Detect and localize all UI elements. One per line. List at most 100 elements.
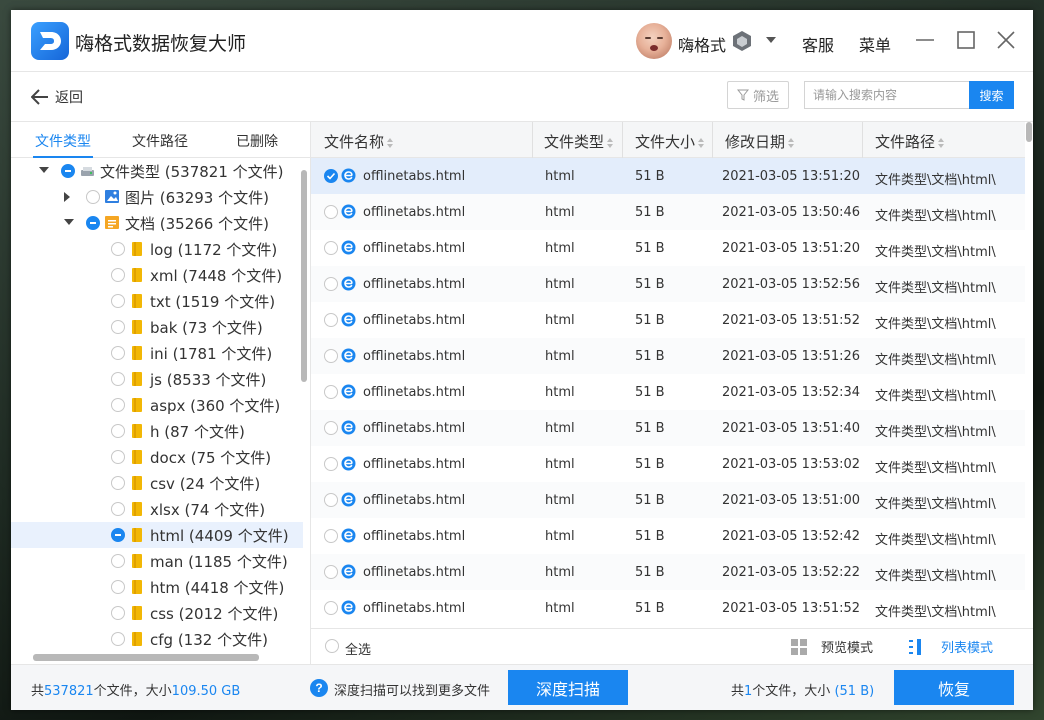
- table-row[interactable]: offlinetabs.htmlhtml51 B2021-03-05 13:51…: [311, 590, 1025, 626]
- tree-item-checkbox[interactable]: [111, 632, 125, 646]
- tree-vertical-scrollbar[interactable]: [301, 170, 307, 382]
- expand-caret-icon[interactable]: [64, 192, 70, 202]
- tab-file-type[interactable]: 文件类型: [35, 131, 91, 151]
- collapse-caret-icon[interactable]: [39, 167, 49, 173]
- tree-item-checkbox[interactable]: [111, 502, 125, 516]
- tree-item[interactable]: bak (73 个文件): [11, 314, 303, 340]
- tree-item-checkbox[interactable]: [111, 268, 125, 282]
- row-checkbox[interactable]: [324, 457, 338, 471]
- tree-item-checkbox[interactable]: [111, 580, 125, 594]
- maximize-icon[interactable]: [955, 29, 977, 51]
- tree-item[interactable]: htm (4418 个文件): [11, 574, 303, 600]
- tree-item-checkbox[interactable]: [111, 398, 125, 412]
- select-all-checkbox[interactable]: [325, 639, 339, 653]
- tab-deleted[interactable]: 已删除: [236, 131, 278, 151]
- file-size-cell: 51 B: [635, 313, 665, 328]
- tree-item[interactable]: ini (1781 个文件): [11, 340, 303, 366]
- tree-item-checkbox[interactable]: [61, 164, 75, 178]
- row-checkbox[interactable]: [324, 565, 338, 579]
- help-icon[interactable]: ?: [310, 679, 328, 697]
- table-row[interactable]: offlinetabs.htmlhtml51 B2021-03-05 13:51…: [311, 302, 1025, 338]
- preview-mode-button[interactable]: 预览模式: [791, 637, 873, 656]
- tree-item[interactable]: txt (1519 个文件): [11, 288, 303, 314]
- tree-item-checkbox[interactable]: [111, 346, 125, 360]
- tree-item-label: docx (75 个文件): [150, 447, 271, 468]
- table-row[interactable]: offlinetabs.htmlhtml51 B2021-03-05 13:53…: [311, 446, 1025, 482]
- row-checkbox[interactable]: [324, 601, 338, 615]
- tree-item[interactable]: xlsx (74 个文件): [11, 496, 303, 522]
- column-header-name[interactable]: 文件名称: [324, 122, 393, 158]
- search-button[interactable]: 搜索: [969, 81, 1014, 109]
- tree-item-checkbox[interactable]: [111, 554, 125, 568]
- customer-service-link[interactable]: 客服: [802, 32, 834, 56]
- tree-item-checkbox[interactable]: [111, 242, 125, 256]
- table-row[interactable]: offlinetabs.htmlhtml51 B2021-03-05 13:50…: [311, 194, 1025, 230]
- user-dropdown-icon[interactable]: [766, 37, 776, 43]
- table-row[interactable]: offlinetabs.htmlhtml51 B2021-03-05 13:52…: [311, 554, 1025, 590]
- tree-item[interactable]: man (1185 个文件): [11, 548, 303, 574]
- table-row[interactable]: offlinetabs.htmlhtml51 B2021-03-05 13:52…: [311, 374, 1025, 410]
- column-header-type[interactable]: 文件类型: [544, 122, 613, 158]
- search-input[interactable]: [804, 81, 970, 109]
- user-avatar[interactable]: [636, 23, 672, 59]
- table-row[interactable]: offlinetabs.htmlhtml51 B2021-03-05 13:51…: [311, 158, 1025, 194]
- table-row[interactable]: offlinetabs.htmlhtml51 B2021-03-05 13:51…: [311, 410, 1025, 446]
- row-checkbox[interactable]: [324, 385, 338, 399]
- tree-item[interactable]: log (1172 个文件): [11, 236, 303, 262]
- minimize-icon[interactable]: [914, 29, 936, 51]
- column-header-path[interactable]: 文件路径: [875, 122, 944, 158]
- tree-item-checkbox[interactable]: [111, 528, 125, 542]
- table-row[interactable]: offlinetabs.htmlhtml51 B2021-03-05 13:52…: [311, 518, 1025, 554]
- close-icon[interactable]: [995, 29, 1017, 51]
- list-mode-button[interactable]: 列表模式: [909, 637, 993, 656]
- table-vertical-scrollbar[interactable]: [1026, 122, 1032, 142]
- row-checkbox[interactable]: [324, 349, 338, 363]
- tree-item[interactable]: xml (7448 个文件): [11, 262, 303, 288]
- tree-item-checkbox[interactable]: [111, 320, 125, 334]
- tree-item[interactable]: 文件类型 (537821 个文件): [11, 158, 303, 184]
- table-row[interactable]: offlinetabs.htmlhtml51 B2021-03-05 13:51…: [311, 482, 1025, 518]
- menu-link[interactable]: 菜单: [859, 32, 891, 56]
- tree-item-checkbox[interactable]: [111, 424, 125, 438]
- tab-file-path[interactable]: 文件路径: [132, 131, 188, 151]
- table-row[interactable]: offlinetabs.htmlhtml51 B2021-03-05 13:52…: [311, 266, 1025, 302]
- table-row[interactable]: offlinetabs.htmlhtml51 B2021-03-05 13:51…: [311, 230, 1025, 266]
- tree-item[interactable]: aspx (360 个文件): [11, 392, 303, 418]
- deep-scan-button[interactable]: 深度扫描: [508, 670, 628, 705]
- row-checkbox[interactable]: [324, 529, 338, 543]
- tree-item-checkbox[interactable]: [111, 294, 125, 308]
- tree-item-checkbox[interactable]: [111, 606, 125, 620]
- filter-button[interactable]: 筛选: [727, 81, 789, 109]
- recover-button[interactable]: 恢复: [894, 670, 1014, 705]
- column-header-date[interactable]: 修改日期: [725, 122, 794, 158]
- row-checkbox[interactable]: [324, 277, 338, 291]
- tree-item[interactable]: docx (75 个文件): [11, 444, 303, 470]
- username[interactable]: 嗨格式: [678, 32, 726, 56]
- tree-item[interactable]: cfg (132 个文件): [11, 626, 303, 648]
- collapse-caret-icon[interactable]: [64, 219, 74, 225]
- table-row[interactable]: offlinetabs.htmlhtml51 B2021-03-05 13:51…: [311, 338, 1025, 374]
- tree-item-checkbox[interactable]: [111, 372, 125, 386]
- row-checkbox[interactable]: [324, 205, 338, 219]
- tree-item[interactable]: html (4409 个文件): [11, 522, 303, 548]
- tree-horizontal-scrollbar[interactable]: [33, 654, 259, 661]
- tree-item[interactable]: 文档 (35266 个文件): [11, 210, 303, 236]
- tree-item[interactable]: h (87 个文件): [11, 418, 303, 444]
- row-checkbox[interactable]: [324, 313, 338, 327]
- tree-item-checkbox[interactable]: [86, 190, 100, 204]
- back-button[interactable]: 返回: [31, 86, 83, 108]
- row-checkbox[interactable]: [324, 169, 338, 183]
- file-size-cell: 51 B: [635, 457, 665, 472]
- tree-item[interactable]: js (8533 个文件): [11, 366, 303, 392]
- row-checkbox[interactable]: [324, 421, 338, 435]
- tree-item[interactable]: 图片 (63293 个文件): [11, 184, 303, 210]
- row-checkbox[interactable]: [324, 241, 338, 255]
- select-all-label[interactable]: 全选: [345, 639, 371, 658]
- tree-item-checkbox[interactable]: [111, 450, 125, 464]
- tree-item-checkbox[interactable]: [111, 476, 125, 490]
- row-checkbox[interactable]: [324, 493, 338, 507]
- tree-item[interactable]: css (2012 个文件): [11, 600, 303, 626]
- tree-item[interactable]: csv (24 个文件): [11, 470, 303, 496]
- column-header-size[interactable]: 文件大小: [635, 122, 704, 158]
- tree-item-checkbox[interactable]: [86, 216, 100, 230]
